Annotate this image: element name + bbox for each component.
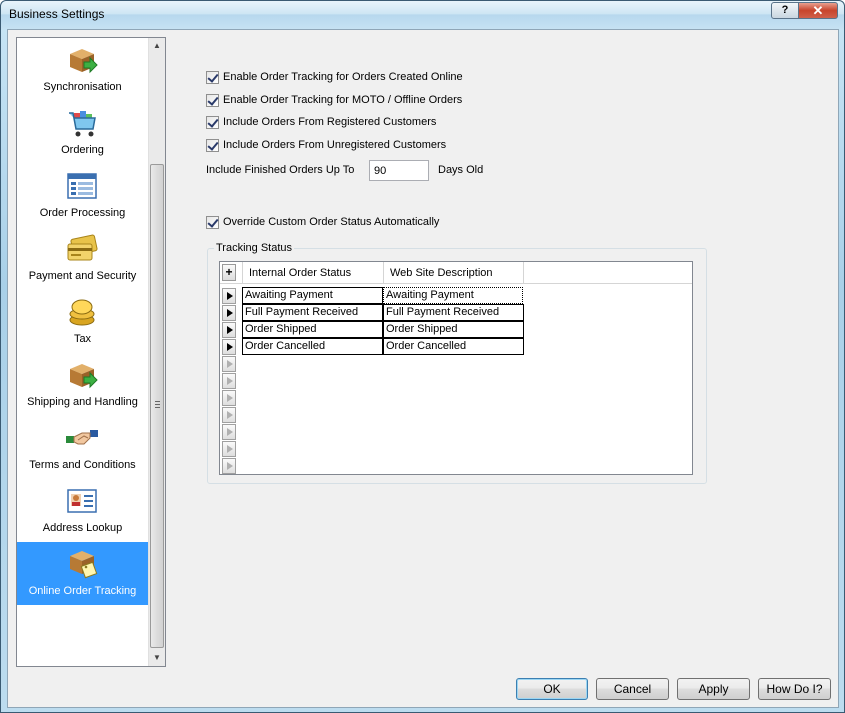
- include-unregistered-label: Include Orders From Unregistered Custome…: [223, 139, 447, 151]
- sidebar-item-address-lookup[interactable]: Address Lookup: [17, 479, 148, 542]
- row-selector[interactable]: [222, 373, 236, 389]
- enable-moto-checkbox[interactable]: [206, 93, 219, 107]
- ok-button[interactable]: OK: [516, 678, 588, 700]
- box-tag-icon: [70, 551, 98, 579]
- sidebar-item-label: Payment and Security: [28, 270, 137, 282]
- cell-web-description[interactable]: Order Cancelled: [383, 338, 524, 355]
- row-selector[interactable]: [222, 441, 236, 457]
- override-status-label: Override Custom Order Status Automatical…: [223, 216, 440, 228]
- box-sync-icon: [70, 49, 98, 74]
- scroll-down-icon[interactable]: ▼: [149, 650, 165, 666]
- cell-web-description[interactable]: Awaiting Payment: [383, 287, 523, 304]
- sidebar-item-label: Tax: [73, 333, 92, 345]
- help-button[interactable]: ?: [771, 2, 799, 19]
- override-status-checkbox[interactable]: [206, 215, 219, 229]
- row-selector[interactable]: [222, 424, 236, 440]
- tracking-status-title: Tracking Status: [214, 242, 295, 254]
- order-form-icon: [67, 173, 97, 199]
- enable-online-label: Enable Order Tracking for Orders Created…: [223, 71, 463, 83]
- close-button[interactable]: ✕: [798, 2, 838, 19]
- cancel-button[interactable]: Cancel: [596, 678, 669, 700]
- title-bar: Business Settings ? ✕: [1, 1, 844, 29]
- cell-internal-status[interactable]: Order Cancelled: [242, 338, 383, 355]
- sidebar-item-label: Ordering: [61, 144, 104, 156]
- include-unregistered-checkbox[interactable]: [206, 138, 219, 152]
- sidebar-item-shipping-handling[interactable]: Shipping and Handling: [17, 353, 148, 416]
- row-selector[interactable]: [222, 322, 236, 338]
- include-registered-checkbox-row[interactable]: Include Orders From Registered Customers: [206, 114, 436, 130]
- override-status-checkbox-row[interactable]: Override Custom Order Status Automatical…: [206, 214, 439, 230]
- address-card-icon: [67, 489, 97, 513]
- sidebar-item-label: Synchronisation: [43, 81, 122, 93]
- scrollbar-thumb[interactable]: [150, 164, 164, 648]
- cell-web-description[interactable]: Order Shipped: [383, 321, 524, 338]
- row-selector[interactable]: [222, 356, 236, 372]
- column-header-web-description[interactable]: Web Site Description: [383, 262, 524, 284]
- business-settings-window: Business Settings ? ✕ Synchronisation Or…: [0, 0, 845, 713]
- sidebar-item-tax[interactable]: Tax: [17, 290, 148, 353]
- sidebar-item-label: Terms and Conditions: [29, 459, 136, 471]
- enable-online-checkbox[interactable]: [206, 70, 219, 84]
- cell-internal-status[interactable]: Order Shipped: [242, 321, 383, 338]
- sidebar-item-label: Order Processing: [39, 207, 126, 219]
- box-arrow-icon: [70, 364, 98, 389]
- include-registered-label: Include Orders From Registered Customers: [223, 116, 437, 128]
- sidebar-item-online-order-tracking[interactable]: Online Order Tracking: [17, 542, 148, 605]
- row-selector[interactable]: [222, 407, 236, 423]
- sidebar-item-label: Address Lookup: [42, 522, 123, 534]
- how-do-i-button[interactable]: How Do I?: [758, 678, 831, 700]
- sidebar-item-synchronisation[interactable]: Synchronisation: [17, 38, 148, 101]
- cell-internal-status[interactable]: Awaiting Payment: [242, 287, 383, 304]
- sidebar-item-ordering[interactable]: Ordering: [17, 101, 148, 164]
- credit-card-icon: [67, 234, 98, 261]
- include-registered-checkbox[interactable]: [206, 115, 219, 129]
- column-header-internal-status[interactable]: Internal Order Status: [242, 262, 383, 284]
- enable-moto-label: Enable Order Tracking for MOTO / Offline…: [223, 94, 463, 106]
- tracking-status-grid: + Internal Order Status Web Site Descrip…: [219, 261, 693, 475]
- row-selector[interactable]: [222, 458, 236, 474]
- days-old-label: Days Old: [438, 164, 484, 176]
- row-selector[interactable]: [222, 339, 236, 355]
- include-unregistered-checkbox-row[interactable]: Include Orders From Unregistered Custome…: [206, 137, 446, 153]
- grid-header: + Internal Order Status Web Site Descrip…: [220, 262, 692, 284]
- apply-button[interactable]: Apply: [677, 678, 750, 700]
- coins-icon: [69, 299, 95, 326]
- row-selector[interactable]: [222, 305, 236, 321]
- finished-days-input[interactable]: [369, 160, 429, 181]
- grip-icon: [155, 401, 160, 408]
- finished-orders-label: Include Finished Orders Up To: [206, 164, 355, 176]
- cell-internal-status[interactable]: Full Payment Received: [242, 304, 383, 321]
- sidebar-item-terms-conditions[interactable]: Terms and Conditions: [17, 416, 148, 479]
- shopping-cart-icon: [69, 111, 96, 137]
- cell-web-description[interactable]: Full Payment Received: [383, 304, 524, 321]
- sidebar-item-order-processing[interactable]: Order Processing: [17, 164, 148, 227]
- sidebar-item-label: Shipping and Handling: [27, 396, 138, 408]
- row-selector[interactable]: [222, 288, 236, 304]
- row-selector[interactable]: [222, 390, 236, 406]
- sidebar-item-payment-security[interactable]: Payment and Security: [17, 227, 148, 290]
- settings-sidebar: Synchronisation Ordering Order Processin…: [16, 37, 166, 667]
- window-title: Business Settings: [9, 7, 105, 21]
- enable-moto-checkbox-row[interactable]: Enable Order Tracking for MOTO / Offline…: [206, 92, 462, 108]
- dialog-client-area: Synchronisation Ordering Order Processin…: [7, 29, 839, 708]
- add-row-button[interactable]: +: [222, 264, 236, 281]
- scroll-up-icon[interactable]: ▲: [149, 38, 165, 54]
- enable-online-checkbox-row[interactable]: Enable Order Tracking for Orders Created…: [206, 69, 463, 85]
- handshake-icon: [66, 430, 98, 445]
- sidebar-scrollbar[interactable]: ▲ ▼: [148, 38, 165, 666]
- sidebar-item-label: Online Order Tracking: [28, 585, 137, 597]
